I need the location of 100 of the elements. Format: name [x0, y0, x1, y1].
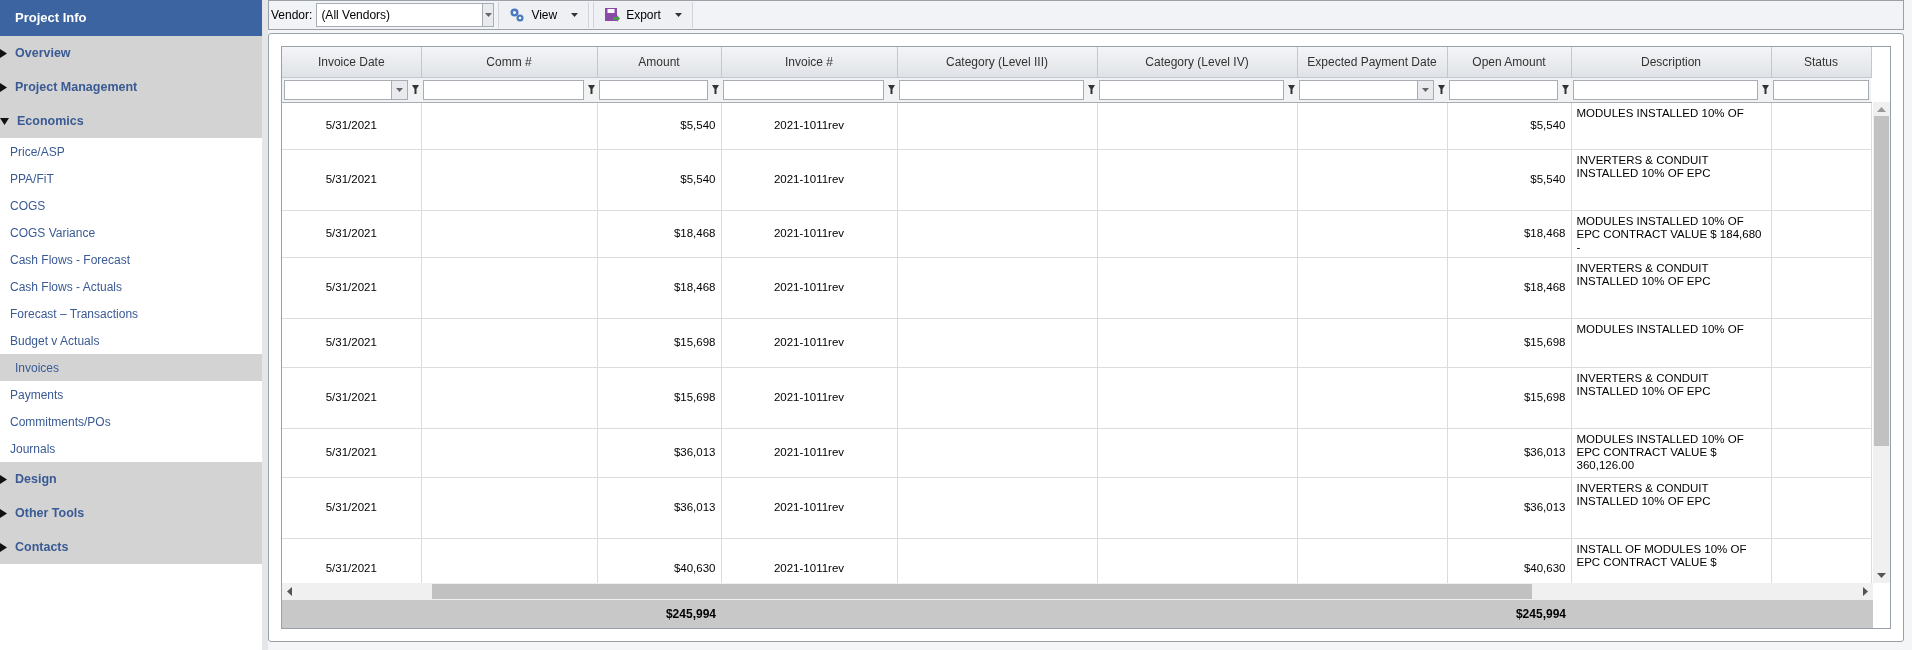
table-cell: $36,013: [1447, 428, 1571, 477]
filter-field[interactable]: [1449, 79, 1558, 100]
table-cell: 5/31/2021: [282, 257, 421, 318]
table-cell: $18,468: [597, 257, 721, 318]
table-cell: 5/31/2021: [282, 210, 421, 257]
table-cell: $18,468: [597, 210, 721, 257]
filter-icon[interactable]: [1438, 85, 1445, 94]
vendor-dropdown[interactable]: (All Vendors): [316, 3, 495, 27]
table-cell: $15,698: [597, 318, 721, 367]
sidebar-group[interactable]: Other Tools: [0, 496, 262, 530]
table-cell: $5,540: [597, 102, 721, 149]
table-cell: 5/31/2021: [282, 318, 421, 367]
caret-icon: [674, 13, 682, 17]
table-cell-text: MODULES INSTALLED 10% OF EPC CONTRACT VALUE $ 184,680 -: [1576, 214, 1763, 254]
filter-field[interactable]: [599, 79, 708, 100]
sidebar-item[interactable]: Invoices: [0, 354, 262, 381]
filter-field[interactable]: [1773, 79, 1869, 100]
table-cell-text: MODULES INSTALLED 10% OF: [1576, 322, 1745, 336]
table-cell: $5,540: [1447, 102, 1571, 149]
column-header[interactable]: Category (Level IV): [1097, 47, 1297, 77]
table-cell: $18,468: [1447, 257, 1571, 318]
scroll-left-icon[interactable]: [287, 587, 292, 596]
expanded-triangle-icon: [0, 117, 9, 125]
caret-icon: [396, 87, 403, 92]
table-cell-text: MODULES INSTALLED 10% OF: [1576, 106, 1745, 120]
collapsed-triangle-icon: [0, 474, 7, 484]
sidebar-group[interactable]: Contacts: [0, 530, 262, 564]
table-cell: 2021-1011rev: [721, 318, 897, 367]
table-cell-text: INVERTERS & CONDUIT INSTALLED 10% OF EPC: [1576, 261, 1712, 288]
table-cell: 5/31/2021: [282, 367, 421, 428]
column-header[interactable]: Expected Payment Date: [1297, 47, 1447, 77]
column-header[interactable]: Invoice #: [721, 47, 897, 77]
collapsed-triangle-icon: [0, 48, 7, 58]
scroll-down-icon[interactable]: [1877, 573, 1886, 578]
gears-icon: [509, 7, 526, 23]
table-cell: $5,540: [597, 149, 721, 210]
sidebar-group[interactable]: Overview: [0, 36, 262, 70]
table-cell: 2021-1011rev: [721, 149, 897, 210]
column-header[interactable]: Comm #: [421, 47, 597, 77]
table-cell: 2021-1011rev: [721, 257, 897, 318]
table-cell: $36,013: [597, 477, 721, 538]
filter-icon[interactable]: [588, 85, 595, 94]
column-header[interactable]: Open Amount: [1447, 47, 1571, 77]
filter-icon[interactable]: [1288, 85, 1295, 94]
table-cell-text: MODULES INSTALLED 10% OF EPC CONTRACT VALUE $ 360,126.00: [1576, 432, 1745, 472]
column-header[interactable]: Amount: [597, 47, 721, 77]
filter-icon[interactable]: [412, 85, 419, 94]
scroll-right-icon[interactable]: [1863, 587, 1868, 596]
collapsed-triangle-icon: [0, 542, 7, 552]
table-cell: 2021-1011rev: [721, 428, 897, 477]
column-header[interactable]: Status: [1771, 47, 1871, 77]
table-cell: $15,698: [597, 367, 721, 428]
column-header[interactable]: Category (Level III): [897, 47, 1097, 77]
vertical-scrollbar[interactable]: [1873, 102, 1890, 583]
table-cell: 2021-1011rev: [721, 102, 897, 149]
table-cell-text: INVERTERS & CONDUIT INSTALLED 10% OF EPC: [1576, 153, 1712, 180]
filter-icon[interactable]: [1562, 85, 1569, 94]
table-cell: 2021-1011rev: [721, 367, 897, 428]
table-cell: $18,468: [1447, 210, 1571, 257]
table-cell-text: INVERTERS & CONDUIT INSTALLED 10% OF EPC: [1576, 371, 1712, 398]
table-cell: 5/31/2021: [282, 428, 421, 477]
collapsed-triangle-icon: [0, 508, 7, 518]
total-amount: $245,994: [665, 607, 716, 621]
table-cell: $15,698: [1447, 318, 1571, 367]
filter-icon[interactable]: [1088, 85, 1095, 94]
scroll-up-icon[interactable]: [1877, 107, 1886, 112]
filter-field[interactable]: [899, 79, 1084, 100]
filter-icon[interactable]: [888, 85, 895, 94]
total-amount: $245,994: [1515, 607, 1566, 621]
column-header[interactable]: Description: [1571, 47, 1771, 77]
table-cell: 5/31/2021: [282, 102, 421, 149]
caret-icon: [484, 13, 492, 17]
vendor-label: Vendor:: [271, 7, 313, 24]
table-cell: 2021-1011rev: [721, 210, 897, 257]
sidebar-group[interactable]: Project Management: [0, 70, 262, 104]
caret-icon: [571, 13, 579, 17]
table-cell: $15,698: [1447, 367, 1571, 428]
export-button[interactable]: Export: [593, 2, 693, 28]
table-cell: 2021-1011rev: [721, 477, 897, 538]
table-cell-text: INVERTERS & CONDUIT INSTALLED 10% OF EPC: [1576, 481, 1712, 508]
caret-icon: [1422, 87, 1429, 92]
table-cell: $36,013: [597, 428, 721, 477]
table-cell-text: INSTALL OF MODULES 10% OF EPC CONTRACT VALUE $: [1576, 542, 1748, 569]
filter-field[interactable]: [1099, 79, 1284, 100]
panel-title: Project Info: [0, 0, 262, 36]
filter-icon[interactable]: [712, 85, 719, 94]
filter-field[interactable]: [1573, 79, 1758, 100]
table-cell: $5,540: [1447, 149, 1571, 210]
horizontal-scrollbar[interactable]: [282, 583, 1873, 600]
filter-field[interactable]: [423, 79, 584, 100]
view-button[interactable]: View: [498, 2, 590, 28]
sidebar-group[interactable]: Economics: [0, 104, 262, 138]
filter-field[interactable]: [723, 79, 884, 100]
column-header[interactable]: Invoice Date: [282, 47, 421, 77]
table-cell: $36,013: [1447, 477, 1571, 538]
save-icon: [604, 7, 621, 23]
table-cell: 5/31/2021: [282, 149, 421, 210]
collapsed-triangle-icon: [0, 82, 7, 92]
sidebar-group[interactable]: Design: [0, 462, 262, 496]
filter-icon[interactable]: [1762, 85, 1769, 94]
